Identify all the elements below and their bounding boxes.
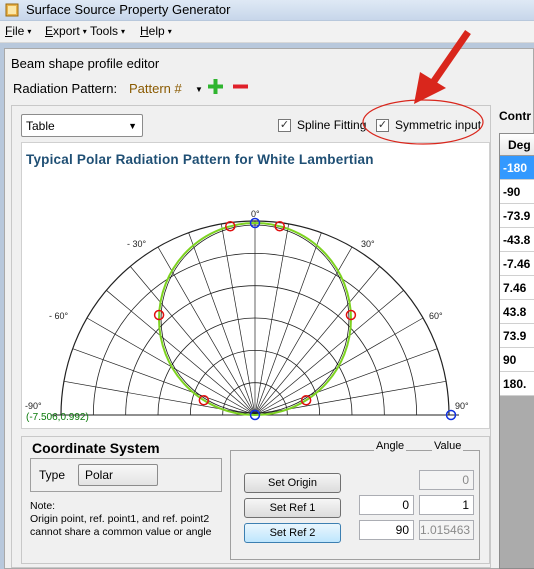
title-bar: Surface Source Property Generator xyxy=(0,0,534,20)
ref1-value-field[interactable]: 1 xyxy=(419,495,474,515)
reference-points-box: Angle Value Set Origin 0 Set Ref 1 0 1 S… xyxy=(230,440,480,560)
table-row[interactable]: -90 xyxy=(500,180,534,204)
grid-spoke xyxy=(254,348,438,416)
angle-label: 0° xyxy=(251,209,260,219)
set-ref1-button[interactable]: Set Ref 1 xyxy=(244,498,341,518)
set-origin-button[interactable]: Set Origin xyxy=(244,473,341,493)
radiation-pattern-label: Radiation Pattern: xyxy=(13,81,118,96)
type-label: Type xyxy=(39,468,66,482)
radiation-pattern-select[interactable]: Pattern # xyxy=(129,81,182,96)
coordinate-readout: (-7.506,0.992) xyxy=(26,412,89,423)
table-row[interactable]: -7.46 xyxy=(500,252,534,276)
app-icon xyxy=(5,3,19,17)
add-icon[interactable] xyxy=(208,79,223,94)
ref2-value-field: 1.015463 xyxy=(419,520,474,540)
coordinate-note: Note: Origin point, ref. point1, and ref… xyxy=(30,500,212,538)
origin-value-field: 0 xyxy=(419,470,474,490)
menu-export[interactable]: Export ▾ xyxy=(45,24,87,38)
table-row[interactable]: -180 xyxy=(500,156,534,180)
window-title: Surface Source Property Generator xyxy=(26,2,231,17)
menu-tools[interactable]: Tools ▾ xyxy=(90,24,125,38)
beam-profile-editor: Beam shape profile editor Radiation Patt… xyxy=(4,48,534,569)
grid-spoke xyxy=(72,348,256,416)
dropdown-arrow-icon[interactable]: ▼ xyxy=(195,85,203,94)
degree-column-header[interactable]: Deg xyxy=(500,134,534,156)
menu-help[interactable]: Help ▾ xyxy=(140,24,172,38)
ref1-angle-field[interactable]: 0 xyxy=(359,495,414,515)
symmetric-input-label: Symmetric input xyxy=(395,118,482,132)
coordinate-system-group: Coordinate System Type Polar Note: Origi… xyxy=(21,436,490,564)
angle-label: 90° xyxy=(455,401,469,411)
ref2-angle-field[interactable]: 90 xyxy=(359,520,414,540)
grid-spoke xyxy=(254,232,322,416)
angle-label: 60° xyxy=(429,311,443,321)
chevron-down-icon: ▾ xyxy=(82,27,87,36)
value-column-header: Value xyxy=(432,440,464,452)
chevron-down-icon: ▾ xyxy=(167,27,172,36)
chart-title: Typical Polar Radiation Pattern for Whit… xyxy=(26,152,374,167)
view-mode-select[interactable]: Table ▼ xyxy=(21,114,143,137)
grid-spoke xyxy=(188,232,256,416)
profile-panel: Table ▼ ✓ Spline Fitting ✓ Symmetric inp… xyxy=(11,105,491,568)
remove-icon[interactable] xyxy=(233,79,248,94)
coordinate-type-select[interactable]: Polar xyxy=(78,464,158,486)
coordinate-system-title: Coordinate System xyxy=(32,440,160,456)
editor-title: Beam shape profile editor xyxy=(11,56,160,71)
table-row[interactable]: -73.9 xyxy=(500,204,534,228)
control-points-table[interactable]: Deg -180 -90 -73.9 -43.8 -7.46 7.46 43.8… xyxy=(499,133,534,569)
table-row[interactable]: 90 xyxy=(500,348,534,372)
table-row[interactable]: 43.8 xyxy=(500,300,534,324)
chevron-down-icon: ▾ xyxy=(27,27,32,36)
angle-label: -90° xyxy=(25,401,42,411)
chevron-down-icon: ▾ xyxy=(121,27,126,36)
polar-pattern-canvas[interactable]: 0° 30° - 30° 60° - 60° 90° -90° Typical Polar … xyxy=(21,142,490,429)
menu-bar: File ▾ Export ▾ Tools ▾ Help ▾ xyxy=(0,21,534,43)
angle-label: - 30° xyxy=(127,239,147,249)
spline-fitting-checkbox[interactable]: ✓ xyxy=(278,119,291,132)
spline-fitting-label: Spline Fitting xyxy=(297,118,367,132)
table-row[interactable]: 180. xyxy=(500,372,534,396)
table-row[interactable]: 7.46 xyxy=(500,276,534,300)
table-row[interactable]: 73.9 xyxy=(500,324,534,348)
angle-label: - 60° xyxy=(49,311,69,321)
set-ref2-button[interactable]: Set Ref 2 xyxy=(244,523,341,543)
menu-file[interactable]: File ▾ xyxy=(5,24,31,38)
angle-column-header: Angle xyxy=(374,440,407,452)
polar-plot: 0° 30° - 30° 60° - 60° 90° -90° xyxy=(25,209,469,421)
control-points-label: Contr xyxy=(499,109,531,123)
symmetric-input-checkbox[interactable]: ✓ xyxy=(376,119,389,132)
table-row[interactable]: -43.8 xyxy=(500,228,534,252)
dropdown-arrow-icon: ▼ xyxy=(128,121,137,131)
coordinate-type-box: Type Polar xyxy=(30,458,222,492)
angle-label: 30° xyxy=(361,239,375,249)
